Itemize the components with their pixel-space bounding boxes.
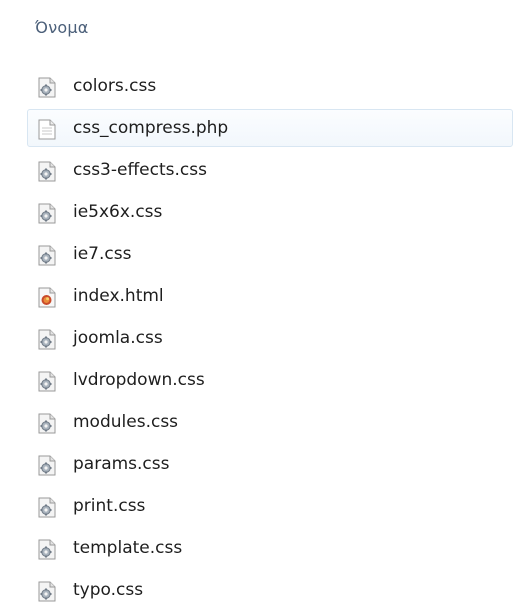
text-file-icon	[38, 119, 56, 140]
file-row[interactable]: modules.css	[0, 402, 514, 444]
file-row[interactable]: lvdropdown.css	[0, 360, 514, 402]
file-row[interactable]: template.css	[0, 528, 514, 570]
html-file-icon	[38, 287, 56, 308]
file-row[interactable]: index.html	[0, 276, 514, 318]
file-name: css_compress.php	[73, 118, 229, 138]
file-row[interactable]: ie7.css	[0, 234, 514, 276]
file-row[interactable]: colors.css	[0, 66, 514, 108]
css-file-icon	[38, 455, 56, 476]
file-name: ie5x6x.css	[73, 202, 163, 222]
file-name: index.html	[73, 286, 164, 306]
file-name: joomla.css	[73, 328, 163, 348]
file-name: typo.css	[73, 580, 144, 600]
css-file-icon	[38, 539, 56, 560]
file-row[interactable]: params.css	[0, 444, 514, 486]
css-file-icon	[38, 413, 56, 434]
file-name: template.css	[73, 538, 183, 558]
file-name: modules.css	[73, 412, 179, 432]
file-row[interactable]: joomla.css	[0, 318, 514, 360]
css-file-icon	[38, 329, 56, 350]
file-row[interactable]: print.css	[0, 486, 514, 528]
file-name: params.css	[73, 454, 170, 474]
file-list: colors.css css_compress.php css3-effects…	[0, 66, 514, 612]
file-name: css3-effects.css	[73, 160, 207, 180]
css-file-icon	[38, 371, 56, 392]
file-row[interactable]: css_compress.php	[0, 108, 514, 150]
css-file-icon	[38, 203, 56, 224]
file-row[interactable]: typo.css	[0, 570, 514, 612]
file-name: print.css	[73, 496, 146, 516]
css-file-icon	[38, 161, 56, 182]
css-file-icon	[38, 581, 56, 602]
css-file-icon	[38, 497, 56, 518]
file-name: colors.css	[73, 76, 157, 96]
file-row[interactable]: ie5x6x.css	[0, 192, 514, 234]
file-row[interactable]: css3-effects.css	[0, 150, 514, 192]
file-name: ie7.css	[73, 244, 132, 264]
file-name: lvdropdown.css	[73, 370, 205, 390]
css-file-icon	[38, 77, 56, 98]
css-file-icon	[38, 245, 56, 266]
name-column-header[interactable]: Όνομα	[35, 18, 88, 37]
